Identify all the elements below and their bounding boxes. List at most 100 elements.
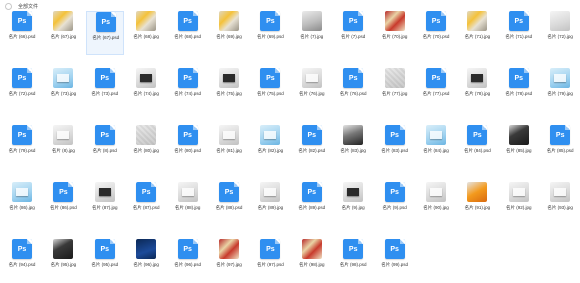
psd-file-icon: Ps: [177, 68, 198, 88]
file-item[interactable]: 名片 (68).jpg: [127, 11, 165, 55]
psd-file-icon: Ps: [177, 239, 198, 259]
file-name: 名片 (74).psd: [174, 91, 201, 96]
file-name: 名片 (70).jpg: [381, 34, 408, 39]
file-item[interactable]: 名片 (80).jpg: [127, 125, 165, 169]
file-item[interactable]: 名片 (95).jpg: [44, 239, 82, 283]
image-thumbnail: [550, 11, 571, 31]
file-item[interactable]: Ps 名片 (96).psd: [169, 239, 207, 283]
file-name: 名片 (8).psd: [92, 148, 117, 153]
file-item[interactable]: Ps 名片 (7).psd: [334, 11, 372, 55]
file-item[interactable]: Ps 名片 (94).psd: [3, 239, 41, 283]
file-item[interactable]: 名片 (85).jpg: [500, 125, 538, 169]
file-item[interactable]: Ps 名片 (99).psd: [376, 239, 414, 283]
file-item[interactable]: Ps 名片 (76).psd: [334, 68, 372, 112]
file-name: 名片 (88).jpg: [174, 205, 201, 210]
file-item[interactable]: Ps 名片 (98).psd: [334, 239, 372, 283]
image-thumbnail: [53, 239, 74, 259]
file-item[interactable]: 名片 (78).jpg: [458, 68, 496, 112]
image-thumbnail: [177, 182, 198, 202]
file-name: 名片 (94).psd: [8, 262, 36, 267]
file-item[interactable]: 名片 (93).jpg: [541, 182, 579, 226]
file-item[interactable]: 名片 (96).jpg: [127, 239, 165, 283]
file-name: 名片 (75).psd: [257, 91, 284, 96]
file-item[interactable]: 名片 (74).jpg: [127, 68, 165, 112]
image-thumbnail: [136, 125, 157, 145]
file-item[interactable]: 名片 (7).jpg: [293, 11, 331, 55]
file-item[interactable]: 名片 (97).jpg: [210, 239, 248, 283]
file-item[interactable]: 名片 (84).jpg: [417, 125, 455, 169]
file-item[interactable]: 名片 (81).jpg: [210, 125, 248, 169]
image-thumbnail: [301, 239, 322, 259]
file-item[interactable]: 名片 (98).jpg: [293, 239, 331, 283]
file-item[interactable]: Ps 名片 (67).psd: [85, 11, 124, 55]
file-item[interactable]: 名片 (79).jpg: [541, 68, 579, 112]
file-name: 名片 (99).psd: [381, 262, 408, 267]
image-thumbnail: [508, 125, 529, 145]
file-item[interactable]: 名片 (86).jpg: [3, 182, 41, 226]
file-item[interactable]: 名片 (67).jpg: [44, 11, 82, 55]
file-item[interactable]: Ps 名片 (88).psd: [210, 182, 248, 226]
file-item[interactable]: Ps 名片 (97).psd: [251, 239, 289, 283]
file-item[interactable]: 名片 (9).jpg: [334, 182, 372, 226]
psd-file-icon: Ps: [12, 68, 32, 88]
file-item[interactable]: 名片 (70).jpg: [376, 11, 414, 55]
file-item[interactable]: 名片 (88).jpg: [169, 182, 207, 226]
file-item[interactable]: 名片 (76).jpg: [293, 68, 331, 112]
file-item[interactable]: Ps 名片 (9).psd: [376, 182, 414, 226]
file-name: 名片 (76).jpg: [299, 91, 325, 96]
file-name: 名片 (68).jpg: [133, 34, 159, 39]
psd-file-icon: Ps: [95, 12, 116, 32]
file-item[interactable]: 名片 (8).jpg: [44, 125, 82, 169]
file-item[interactable]: Ps 名片 (85).psd: [541, 125, 579, 169]
file-item[interactable]: 名片 (92).jpg: [500, 182, 538, 226]
psd-file-icon: Ps: [343, 239, 364, 259]
psd-file-icon: Ps: [508, 68, 529, 88]
file-item[interactable]: Ps 名片 (71).psd: [500, 11, 538, 55]
file-item[interactable]: Ps 名片 (75).psd: [251, 68, 289, 112]
file-name: 名片 (78).psd: [505, 91, 533, 96]
file-item[interactable]: Ps 名片 (79).psd: [3, 125, 41, 169]
file-item[interactable]: 名片 (69).jpg: [210, 11, 248, 55]
file-name: 名片 (82).psd: [298, 148, 326, 153]
file-item[interactable]: Ps 名片 (72).psd: [3, 68, 41, 112]
file-item[interactable]: Ps 名片 (95).psd: [86, 239, 124, 283]
image-thumbnail: [426, 125, 446, 145]
file-item[interactable]: Ps 名片 (69).psd: [251, 11, 289, 55]
file-item[interactable]: 名片 (90).jpg: [417, 182, 455, 226]
file-item[interactable]: Ps 名片 (80).psd: [169, 125, 207, 169]
file-name: 名片 (7).psd: [341, 34, 366, 39]
image-thumbnail: [550, 68, 571, 88]
file-name: 名片 (85).psd: [546, 148, 574, 153]
file-item[interactable]: Ps 名片 (73).psd: [86, 68, 124, 112]
image-thumbnail: [219, 68, 239, 88]
file-item[interactable]: Ps 名片 (82).psd: [293, 125, 331, 169]
file-item[interactable]: 名片 (83).jpg: [334, 125, 372, 169]
file-item[interactable]: Ps 名片 (77).psd: [417, 68, 455, 112]
file-item[interactable]: 名片 (75).jpg: [210, 68, 248, 112]
file-item[interactable]: Ps 名片 (84).psd: [458, 125, 496, 169]
file-item[interactable]: Ps 名片 (68).psd: [169, 11, 207, 55]
file-item[interactable]: Ps 名片 (66).psd: [3, 11, 41, 55]
file-item[interactable]: Ps 名片 (78).psd: [500, 68, 538, 112]
file-item[interactable]: Ps 名片 (74).psd: [169, 68, 207, 112]
file-item[interactable]: 名片 (87).jpg: [86, 182, 124, 226]
file-item[interactable]: Ps 名片 (8).psd: [86, 125, 124, 169]
file-item[interactable]: 名片 (72).jpg: [541, 11, 579, 55]
file-item[interactable]: 名片 (91).jpg: [458, 182, 496, 226]
file-name: 名片 (69).psd: [257, 34, 284, 39]
file-item[interactable]: 名片 (82).jpg: [251, 125, 289, 169]
file-item[interactable]: 名片 (73).jpg: [44, 68, 82, 112]
file-name: 名片 (72).psd: [8, 91, 36, 96]
file-item[interactable]: Ps 名片 (83).psd: [376, 125, 414, 169]
file-item[interactable]: 名片 (71).jpg: [458, 11, 496, 55]
file-item[interactable]: Ps 名片 (87).psd: [127, 182, 165, 226]
image-thumbnail: [301, 11, 322, 31]
file-item[interactable]: Ps 名片 (70).psd: [417, 11, 455, 55]
file-item[interactable]: Ps 名片 (89).psd: [293, 182, 331, 226]
file-item[interactable]: 名片 (89).jpg: [251, 182, 289, 226]
file-item[interactable]: 名片 (77).jpg: [376, 68, 414, 112]
psd-file-icon: Ps: [260, 239, 281, 259]
psd-file-icon: Ps: [94, 68, 115, 88]
file-name: 名片 (80).psd: [174, 148, 201, 153]
file-item[interactable]: Ps 名片 (86).psd: [44, 182, 82, 226]
